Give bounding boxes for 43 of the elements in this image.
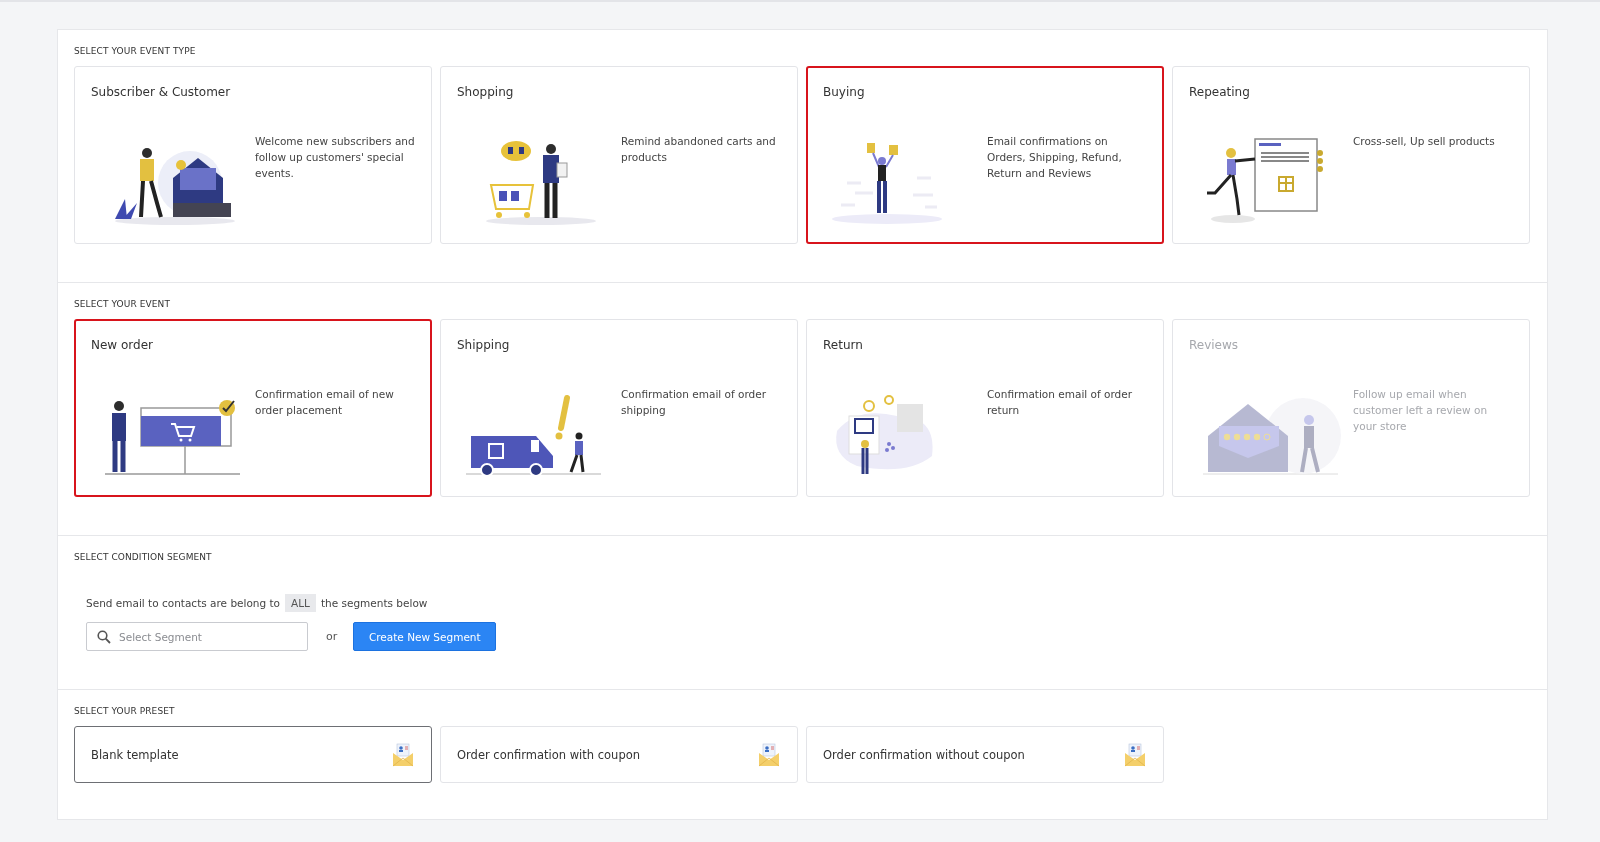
condition-text: Send email to contacts are belong to <box>86 597 281 609</box>
section-heading: SELECT YOUR EVENT TYPE <box>74 46 197 56</box>
preset-label: Order confirmation with coupon <box>457 747 640 762</box>
card-title: Subscriber & Customer <box>91 85 232 99</box>
card-description: Email confirmations on Orders, Shipping, Refund, Return and Reviews <box>987 134 1123 181</box>
preset-card[interactable]: Blank template <box>74 726 432 783</box>
segment-search-field[interactable]: Select Segment <box>86 622 308 651</box>
card-title: Repeating <box>1189 85 1251 99</box>
card-title: Shopping <box>457 85 515 99</box>
card-title: Return <box>823 338 864 352</box>
create-segment-button[interactable]: Create New Segment <box>353 622 497 651</box>
card-description: Confirmation email of order shipping <box>621 387 768 418</box>
envelope-icon <box>757 742 781 767</box>
preset-card[interactable]: Order confirmation with coupon <box>440 726 798 783</box>
preset-label: Blank template <box>91 747 179 762</box>
section-heading: SELECT YOUR EVENT <box>74 299 171 309</box>
event-card[interactable]: Subscriber & Customer Welcome new subscribers and follow up customers' special events. <box>74 66 432 244</box>
card-description: Cross-sell, Up sell products <box>1353 134 1496 149</box>
card-title: New order <box>91 338 154 352</box>
match-mode-badge[interactable]: ALL <box>285 594 316 612</box>
condition-text: the segments below <box>320 597 428 609</box>
section-heading: SELECT YOUR PRESET <box>74 706 176 716</box>
envelope-icon <box>1123 742 1147 767</box>
card-description: Confirmation email of new order placement <box>255 387 395 418</box>
preset-label: Order confirmation without coupon <box>823 747 1025 762</box>
envelope-icon <box>391 742 415 767</box>
card-description: Welcome new subscribers and follow up customers' special events. <box>255 134 415 181</box>
event-card[interactable]: Shipping Confirmation email of order shipping <box>440 319 798 497</box>
section-heading: SELECT CONDITION SEGMENT <box>74 552 213 562</box>
card-description: Remind abandoned carts and products <box>621 134 777 165</box>
event-card[interactable]: Return Confirmation email of order return <box>806 319 1164 497</box>
card-title: Shipping <box>457 338 511 352</box>
event-card[interactable]: Shopping Remind abandoned carts and products <box>440 66 798 244</box>
search-icon <box>97 630 111 644</box>
card-description: Confirmation email of order return <box>987 387 1134 418</box>
card-title: Buying <box>823 85 866 99</box>
or-label: or <box>326 630 338 643</box>
event-card[interactable]: New order Confirmation email of new order placement <box>74 319 432 497</box>
event-card[interactable]: Buying Email confirmations on Orders, Shipping, Refund, Return and Reviews <box>806 66 1164 244</box>
preset-card[interactable]: Order confirmation without coupon <box>806 726 1164 783</box>
card-description: Follow up email when customer left a review on your store <box>1353 387 1489 434</box>
card-title: Reviews <box>1189 338 1240 352</box>
event-card[interactable]: Repeating Cross-sell, Up sell products <box>1172 66 1530 244</box>
